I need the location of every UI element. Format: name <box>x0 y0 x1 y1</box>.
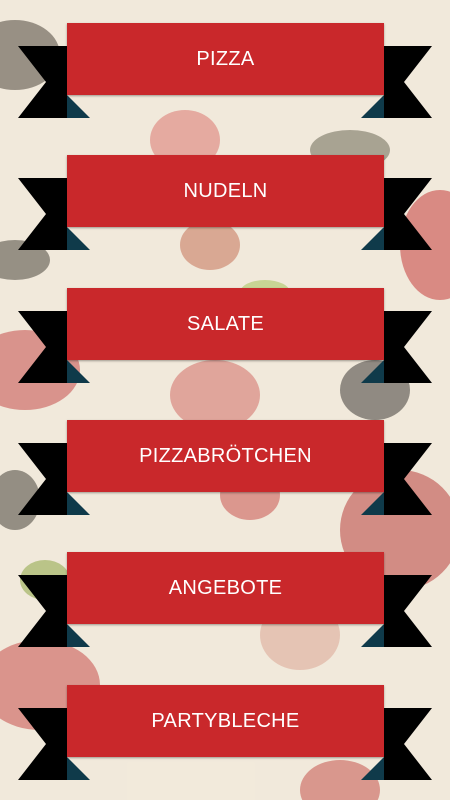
menu-item-label: PIZZABRÖTCHEN <box>139 444 312 467</box>
menu-item-label: PARTYBLECHE <box>151 709 300 732</box>
menu-item-label: PIZZA <box>196 47 255 70</box>
ribbon-band[interactable]: NUDELN <box>67 155 384 227</box>
category-menu: PIZZA NUDELN SALATE PIZZABRÖTCHEN ANGEBO… <box>0 0 450 800</box>
ribbon-band[interactable]: SALATE <box>67 288 384 360</box>
ribbon-band[interactable]: ANGEBOTE <box>67 552 384 624</box>
ribbon-band[interactable]: PARTYBLECHE <box>67 685 384 757</box>
ribbon-band[interactable]: PIZZABRÖTCHEN <box>67 420 384 492</box>
ribbon-band[interactable]: PIZZA <box>67 23 384 95</box>
menu-item-label: ANGEBOTE <box>168 576 283 599</box>
menu-item-angebote[interactable]: ANGEBOTE <box>0 552 450 652</box>
menu-item-partybleche[interactable]: PARTYBLECHE <box>0 685 450 785</box>
menu-item-salate[interactable]: SALATE <box>0 288 450 388</box>
menu-item-label: SALATE <box>186 312 264 335</box>
menu-item-nudeln[interactable]: NUDELN <box>0 155 450 255</box>
menu-item-pizzabroetchen[interactable]: PIZZABRÖTCHEN <box>0 420 450 520</box>
menu-item-pizza[interactable]: PIZZA <box>0 23 450 123</box>
menu-item-label: NUDELN <box>183 179 268 202</box>
